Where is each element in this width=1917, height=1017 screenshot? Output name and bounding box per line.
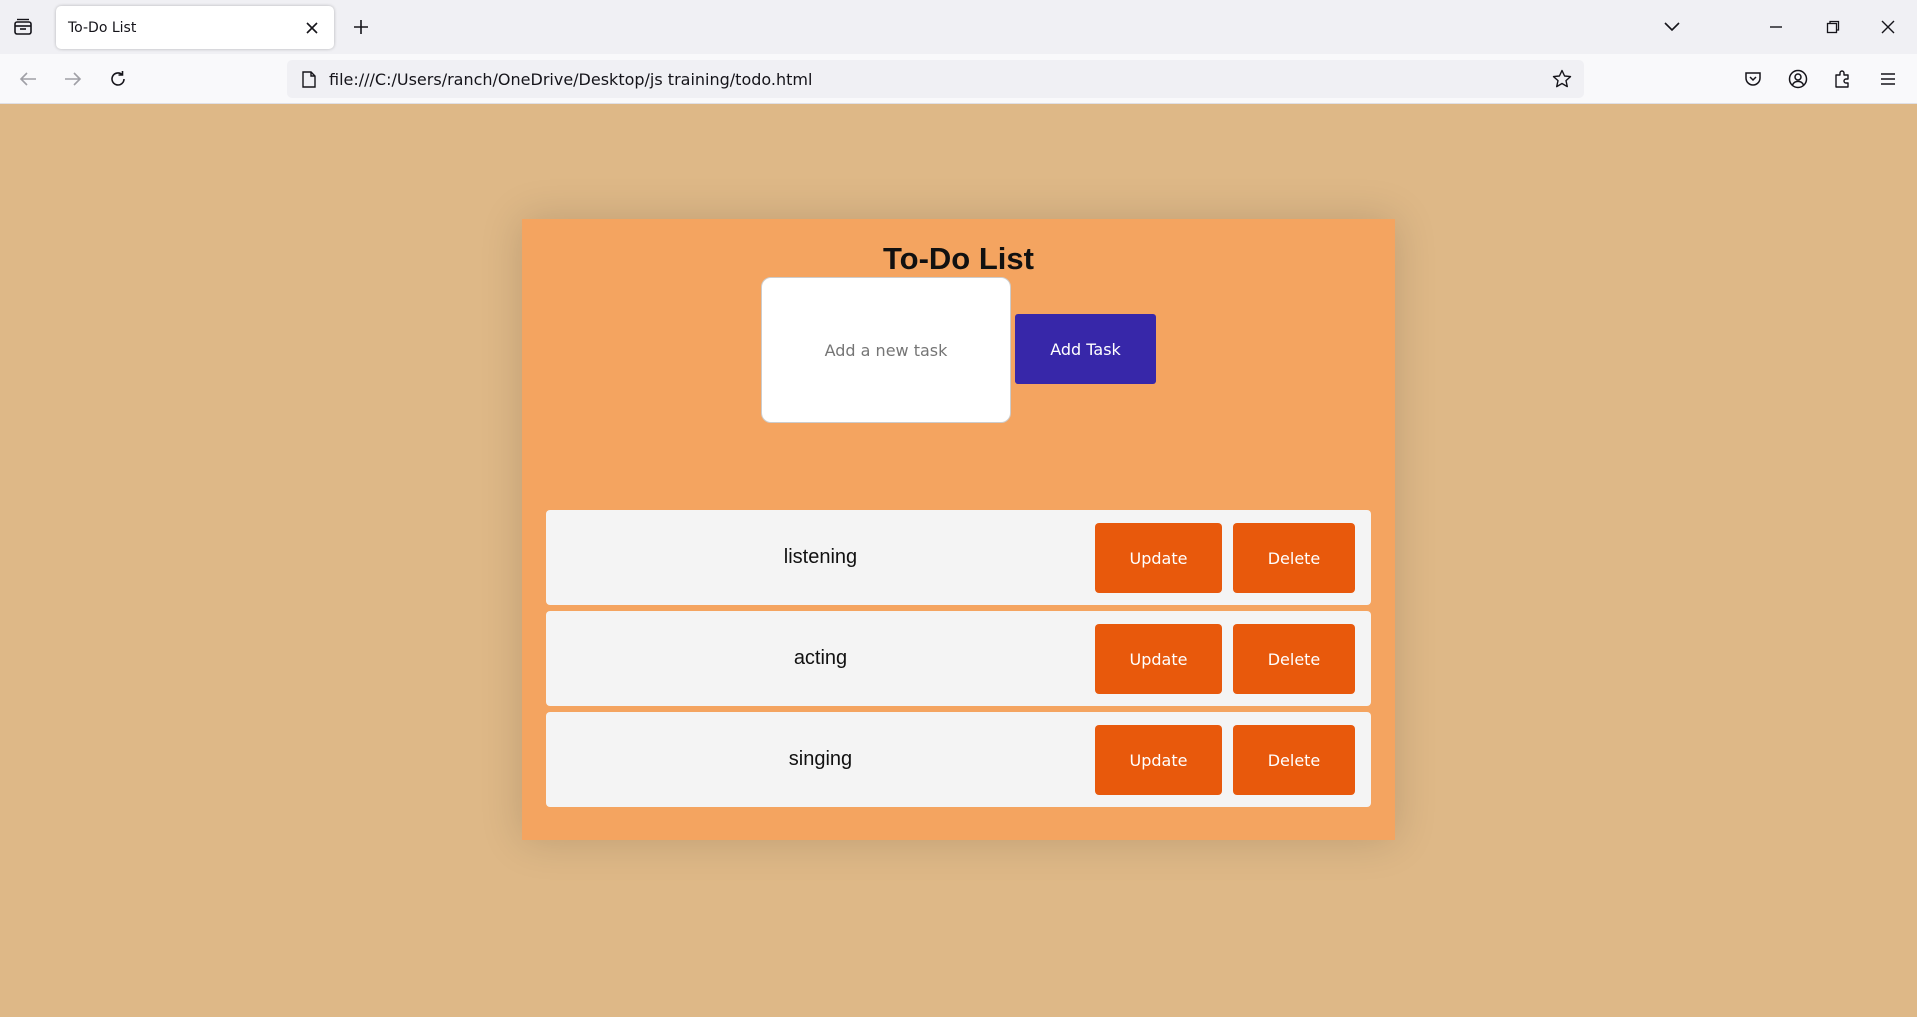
todo-container: To-Do List Add Task listening Update Del… bbox=[522, 219, 1395, 840]
task-text: listening bbox=[783, 546, 858, 568]
minimize-icon[interactable] bbox=[1761, 12, 1791, 42]
task-text: acting bbox=[793, 647, 848, 669]
page-icon bbox=[299, 69, 319, 89]
star-icon[interactable] bbox=[1548, 65, 1576, 93]
close-icon[interactable] bbox=[302, 18, 322, 38]
back-arrow-icon[interactable] bbox=[13, 64, 43, 94]
browser-tab[interactable]: To-Do List bbox=[56, 6, 334, 49]
tab-list-icon[interactable] bbox=[8, 12, 38, 42]
update-button[interactable]: Update bbox=[1095, 624, 1222, 694]
restore-icon[interactable] bbox=[1818, 12, 1848, 42]
menu-icon[interactable] bbox=[1873, 64, 1903, 94]
browser-tab-bar: To-Do List bbox=[0, 0, 1917, 54]
task-item: acting Update Delete bbox=[546, 611, 1371, 706]
url-bar[interactable]: file:///C:/Users/ranch/OneDrive/Desktop/… bbox=[287, 60, 1584, 98]
delete-button[interactable]: Delete bbox=[1233, 523, 1355, 593]
new-task-input[interactable] bbox=[761, 277, 1011, 423]
forward-arrow-icon[interactable] bbox=[58, 64, 88, 94]
url-text: file:///C:/Users/ranch/OneDrive/Desktop/… bbox=[329, 69, 813, 89]
close-window-icon[interactable] bbox=[1873, 12, 1903, 42]
reload-icon[interactable] bbox=[103, 64, 133, 94]
task-list: listening Update Delete acting Update De… bbox=[546, 510, 1371, 813]
pocket-icon[interactable] bbox=[1738, 64, 1768, 94]
extensions-icon[interactable] bbox=[1828, 64, 1858, 94]
task-item: listening Update Delete bbox=[546, 510, 1371, 605]
delete-button[interactable]: Delete bbox=[1233, 725, 1355, 795]
task-item: singing Update Delete bbox=[546, 712, 1371, 807]
task-text: singing bbox=[788, 748, 853, 770]
tab-title: To-Do List bbox=[68, 19, 137, 36]
chevron-down-icon[interactable] bbox=[1657, 12, 1687, 42]
update-button[interactable]: Update bbox=[1095, 523, 1222, 593]
delete-button[interactable]: Delete bbox=[1233, 624, 1355, 694]
account-icon[interactable] bbox=[1783, 64, 1813, 94]
page-title: To-Do List bbox=[883, 241, 1034, 276]
browser-nav-bar: file:///C:/Users/ranch/OneDrive/Desktop/… bbox=[0, 54, 1917, 104]
update-button[interactable]: Update bbox=[1095, 725, 1222, 795]
add-task-button[interactable]: Add Task bbox=[1015, 314, 1156, 384]
plus-icon[interactable] bbox=[346, 12, 376, 42]
